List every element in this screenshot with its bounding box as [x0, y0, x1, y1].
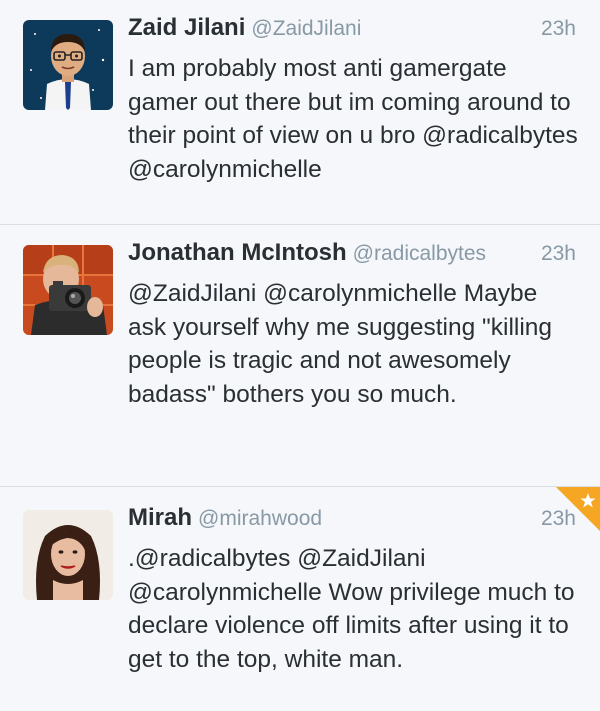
camera-selfie-avatar[interactable] — [23, 245, 113, 335]
author-handle[interactable]: @radicalbytes — [353, 242, 486, 265]
author-name[interactable]: Mirah — [128, 504, 192, 531]
author-name[interactable]: Zaid Jilani — [128, 14, 245, 41]
author-handle[interactable]: @ZaidJilani — [251, 17, 361, 40]
tweet-timestamp: 23h — [540, 242, 576, 265]
tweet-timeline: Zaid Jilani @ZaidJilani 23h I am probably… — [0, 0, 600, 711]
author-handle[interactable]: @mirahwood — [198, 507, 322, 530]
woman-portrait-avatar[interactable] — [23, 510, 113, 600]
tweet-item[interactable]: Zaid Jilani @ZaidJilani 23h I am probably… — [0, 0, 600, 225]
tweet-item[interactable]: Jonathan McIntosh @radicalbytes 23h @Zaid… — [0, 225, 600, 487]
tweet-header: Zaid Jilani @ZaidJilani 23h — [128, 14, 576, 48]
tweet-item[interactable]: Mirah @mirahwood 23h .@radicalbytes @Zaid… — [0, 487, 600, 711]
tweet-header: Jonathan McIntosh @radicalbytes 23h — [128, 239, 576, 273]
tweet-header: Mirah @mirahwood 23h — [128, 504, 576, 538]
tweet-timestamp: 23h — [540, 507, 576, 530]
tweet-text: .@radicalbytes @ZaidJilani @carolynmiche… — [128, 545, 575, 673]
tweet-text: I am probably most anti gamergate gamer … — [128, 55, 578, 183]
tweet-timestamp: 23h — [540, 17, 576, 40]
tweet-text: @ZaidJilani @carolynmichelle Maybe ask y… — [128, 280, 553, 408]
cartoon-man-avatar[interactable] — [23, 20, 113, 110]
author-name[interactable]: Jonathan McIntosh — [128, 239, 347, 266]
